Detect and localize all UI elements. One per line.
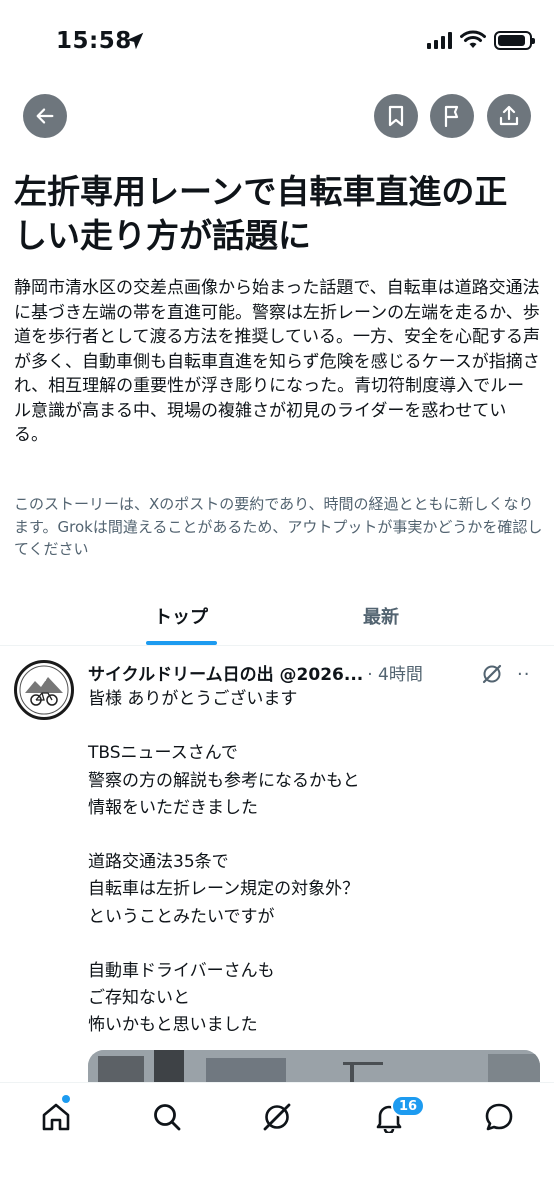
flag-icon — [444, 105, 459, 127]
status-time: 15:58 — [56, 28, 132, 54]
story-top-nav — [0, 94, 554, 138]
post-body: 皆様 ありがとうございます TBSニュースさんで 警察の方の解説も参考になるかも… — [88, 689, 360, 1036]
nav-home[interactable] — [38, 1099, 74, 1135]
status-indicators — [427, 30, 535, 50]
messages-icon — [485, 1103, 513, 1131]
post-header: サイクルドリーム日の出 @2026... · 4時間 — [88, 659, 548, 685]
notification-badge: 16 — [391, 1095, 426, 1117]
home-icon — [42, 1103, 70, 1131]
status-bar: 15:58 — [0, 0, 554, 84]
bookmark-icon — [388, 105, 404, 127]
home-unread-dot — [62, 1095, 70, 1103]
story-title: 左折専用レーンで自転車直進の正しい走り方が話題に — [14, 172, 508, 255]
grok-icon — [263, 1103, 291, 1131]
cycling-logo-icon — [19, 665, 69, 715]
post-author[interactable]: サイクルドリーム日の出 @2026... — [88, 660, 363, 685]
nav-messages[interactable] — [481, 1099, 517, 1135]
grok-icon[interactable] — [480, 662, 504, 686]
bookmark-button[interactable] — [374, 94, 418, 138]
share-icon — [499, 105, 519, 126]
more-options-button[interactable]: ·· — [517, 664, 530, 685]
story-summary: 静岡市清水区の交差点画像から始まった話題で、自転車は道路交通法に基づき左端の帯を… — [14, 278, 540, 445]
tab-latest[interactable]: 最新 — [318, 586, 444, 646]
story-tabs: トップ 最新 — [0, 586, 554, 646]
location-arrow-icon — [126, 32, 144, 50]
search-icon — [154, 1104, 181, 1131]
tab-top[interactable]: トップ — [118, 586, 244, 646]
nav-search[interactable] — [149, 1099, 185, 1135]
active-tab-indicator — [146, 641, 217, 645]
wifi-icon — [460, 30, 486, 48]
avatar[interactable] — [14, 660, 74, 720]
cellular-signal-icon — [427, 31, 452, 49]
post-time[interactable]: · 4時間 — [367, 660, 423, 685]
arrow-left-icon — [36, 108, 54, 124]
report-button[interactable] — [430, 94, 474, 138]
grok-disclaimer: このストーリーは、Xのポストの要約であり、時間の経過とともに新しくなります。Gr… — [14, 495, 543, 558]
share-button[interactable] — [487, 94, 531, 138]
nav-grok[interactable] — [259, 1099, 295, 1135]
back-button[interactable] — [23, 94, 67, 138]
bottom-nav: 16 — [0, 1082, 554, 1200]
battery-icon — [494, 30, 535, 50]
battery-fill — [498, 34, 525, 46]
